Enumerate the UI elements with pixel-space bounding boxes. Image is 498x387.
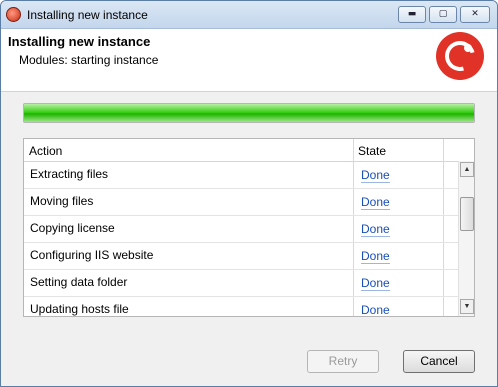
app-logo-icon bbox=[436, 32, 484, 80]
action-cell: Setting data folder bbox=[30, 275, 128, 289]
action-cell: Extracting files bbox=[30, 167, 109, 181]
logo-dot bbox=[464, 44, 472, 52]
scroll-up-icon[interactable]: ▲ bbox=[460, 162, 474, 177]
maximize-button[interactable]: ▢ bbox=[429, 6, 457, 23]
progress-fill bbox=[24, 104, 474, 122]
scroll-thumb[interactable] bbox=[460, 197, 474, 231]
retry-button[interactable]: Retry bbox=[307, 350, 379, 373]
minimize-button[interactable]: ▬ bbox=[398, 6, 426, 23]
state-link[interactable]: Done bbox=[361, 223, 390, 237]
action-cell: Updating hosts file bbox=[30, 302, 129, 316]
title-bar[interactable]: Installing new instance ▬ ▢ ✕ bbox=[1, 1, 497, 29]
table-row: Setting data folder Done bbox=[24, 269, 458, 297]
state-link[interactable]: Done bbox=[361, 304, 390, 317]
table-row: Copying license Done bbox=[24, 215, 458, 243]
scroll-down-icon[interactable]: ▼ bbox=[460, 299, 474, 314]
table-row: Moving files Done bbox=[24, 188, 458, 216]
state-link[interactable]: Done bbox=[361, 169, 390, 183]
install-progress-bar bbox=[23, 103, 475, 123]
close-button[interactable]: ✕ bbox=[460, 6, 490, 23]
table-row: Updating hosts file Done bbox=[24, 296, 458, 317]
state-link[interactable]: Done bbox=[361, 277, 390, 291]
wizard-header: Installing new instance Modules: startin… bbox=[1, 29, 497, 92]
app-icon bbox=[6, 7, 21, 22]
vertical-scrollbar[interactable]: ▲ ▼ bbox=[458, 161, 474, 316]
state-link[interactable]: Done bbox=[361, 196, 390, 210]
grid-header: Action State bbox=[24, 139, 458, 162]
table-row: Extracting files Done bbox=[24, 161, 458, 189]
window-title: Installing new instance bbox=[27, 8, 148, 22]
column-header-action[interactable]: Action bbox=[29, 144, 62, 158]
column-header-state[interactable]: State bbox=[358, 144, 386, 158]
cancel-button[interactable]: Cancel bbox=[403, 350, 475, 373]
installer-window: Installing new instance ▬ ▢ ✕ Installing… bbox=[0, 0, 498, 387]
action-cell: Copying license bbox=[30, 221, 115, 235]
page-title: Installing new instance bbox=[8, 34, 151, 49]
action-cell: Configuring IIS website bbox=[30, 248, 154, 262]
page-subtitle: Modules: starting instance bbox=[19, 53, 159, 67]
logo-ring bbox=[439, 35, 481, 77]
actions-grid: Action State Extracting files Done Movin… bbox=[23, 138, 475, 317]
table-row: Configuring IIS website Done bbox=[24, 242, 458, 270]
state-link[interactable]: Done bbox=[361, 250, 390, 264]
action-cell: Moving files bbox=[30, 194, 94, 208]
